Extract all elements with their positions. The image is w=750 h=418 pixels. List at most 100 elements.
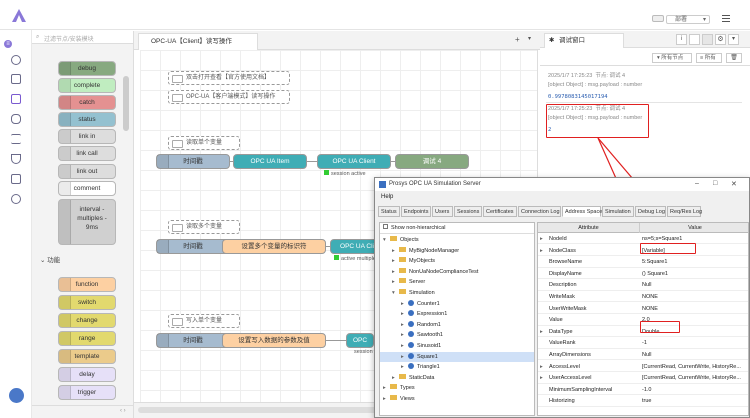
attribute-row[interactable]: DisplayName () Square1 — [538, 269, 748, 280]
attribute-value: true — [642, 398, 652, 405]
attribute-row[interactable]: ValueRank -1 — [538, 338, 748, 349]
window-tab[interactable]: Req/Res Log — [667, 206, 702, 217]
tree-node[interactable]: ▸ Random1 — [380, 320, 534, 330]
show-non-hierarchical[interactable]: Show non-hierarchical — [380, 223, 534, 234]
chevron-icon[interactable]: ▸ — [540, 373, 548, 383]
attribute-row[interactable]: WriteMask NONE — [538, 292, 748, 303]
window-tab[interactable]: Sessions — [454, 206, 482, 217]
tree-node-label: Triangle1 — [417, 364, 440, 371]
maximize-icon[interactable]: □ — [713, 180, 717, 187]
tree-node[interactable]: ▸ MyBigNodeManager — [380, 246, 534, 256]
chevron-icon[interactable]: ▸ — [540, 327, 548, 337]
chevron-icon[interactable]: ▸ — [383, 383, 390, 393]
tree-node[interactable]: ▾ Simulation — [380, 288, 534, 298]
chevron-icon[interactable]: ▸ — [392, 277, 399, 287]
folder-icon — [399, 289, 406, 294]
attribute-value: NONE — [642, 305, 658, 312]
chevron-icon[interactable]: ▸ — [401, 341, 408, 351]
folder-icon — [399, 257, 406, 263]
window-tab[interactable]: Certificates — [483, 206, 517, 217]
chevron-icon[interactable]: ▸ — [401, 352, 408, 362]
attribute-value: Null — [642, 282, 652, 289]
folder-icon — [399, 373, 406, 379]
attribute-name: DisplayName — [549, 270, 582, 277]
attribute-row[interactable]: ArrayDimensions Null — [538, 350, 748, 361]
chevron-icon[interactable]: ▸ — [392, 267, 399, 277]
minimize-icon[interactable]: – — [695, 180, 699, 187]
close-icon[interactable]: ✕ — [731, 180, 737, 188]
variable-icon — [408, 331, 414, 338]
app-icon — [379, 181, 386, 188]
variable-icon — [408, 342, 414, 348]
attribute-row[interactable]: UserWriteMask NONE — [538, 304, 748, 314]
window-tab[interactable]: Connection Log — [518, 206, 561, 217]
attribute-value: [CurrentRead, CurrentWrite, HistoryRe... — [642, 375, 741, 382]
attribute-name: BrowseName — [549, 259, 583, 266]
window-tab[interactable]: Users — [432, 206, 453, 217]
window-tab[interactable]: Address Space — [562, 206, 602, 217]
chevron-icon[interactable]: ▸ — [383, 394, 390, 404]
tree-node[interactable]: ▸ Sawtooth1 — [380, 330, 534, 340]
chevron-icon[interactable]: ▸ — [540, 246, 548, 256]
chevron-icon[interactable]: ▸ — [392, 373, 399, 383]
tree-node-label: Sawtooth1 — [417, 332, 443, 339]
folder-icon — [390, 384, 397, 390]
chevron-icon[interactable]: ▸ — [540, 234, 548, 244]
tree-node[interactable]: ▸ Types — [380, 383, 534, 393]
tree-node-label: Counter1 — [417, 300, 440, 307]
menu-help[interactable]: Help — [381, 194, 393, 200]
chevron-icon[interactable]: ▸ — [392, 256, 399, 266]
tree-node[interactable]: ▸ Sinusoid1 — [380, 341, 534, 351]
chevron-icon[interactable]: ▾ — [392, 288, 399, 298]
chevron-icon[interactable]: ▸ — [401, 309, 408, 319]
attribute-row[interactable]: Historizing true — [538, 396, 748, 407]
chevron-icon[interactable]: ▸ — [392, 246, 399, 256]
attribute-value: [CurrentRead, CurrentWrite, HistoryRe... — [642, 363, 741, 370]
prosys-window: Prosys OPC UA Simulation Server – □ ✕ He… — [374, 177, 750, 418]
window-tab[interactable]: Simulation — [602, 206, 634, 217]
address-space-tree: Show non-hierarchical ▾ Objects ▸ MyBigNode… — [379, 222, 535, 416]
attribute-name: ArrayDimensions — [549, 352, 591, 358]
attribute-row[interactable]: BrowseName 5:Square1 — [538, 257, 748, 268]
chevron-icon[interactable]: ▸ — [401, 362, 408, 372]
tree-node[interactable]: ▸ NonUaNodeComplianceTest — [380, 267, 534, 277]
chevron-icon[interactable]: ▸ — [401, 299, 408, 309]
attribute-name: UserWriteMask — [549, 305, 587, 312]
tree-node[interactable]: ▸ Triangle1 — [380, 362, 534, 372]
attribute-row[interactable]: MinimumSamplingInterval -1.0 — [538, 385, 748, 396]
tree-node[interactable]: ▸ Server — [380, 277, 534, 287]
attribute-name: Value — [549, 317, 563, 324]
tree-node[interactable]: ▸ Counter1 — [380, 299, 534, 309]
chevron-icon[interactable]: ▸ — [401, 330, 408, 340]
tree-node[interactable]: ▸ Views — [380, 394, 534, 404]
attribute-row[interactable]: ▸ AccessLevel [CurrentRead, CurrentWrite, … — [538, 362, 748, 372]
chevron-icon[interactable]: ▸ — [401, 320, 408, 330]
tree-node-label: StaticData — [409, 374, 435, 381]
attribute-row[interactable]: ▸ UserAccessLevel [CurrentRead, CurrentWri… — [538, 373, 748, 384]
attribute-value: Null — [642, 352, 652, 358]
tree-node-label: Objects — [400, 237, 419, 243]
chevron-icon[interactable]: ▾ — [383, 235, 390, 245]
attribute-row[interactable]: Description Null — [538, 280, 748, 291]
tree-node[interactable]: ▸ Square1 — [380, 351, 534, 362]
tree-node-label: Views — [400, 396, 415, 402]
window-tab[interactable]: Endpoints — [401, 206, 431, 217]
value-header[interactable]: Value — [640, 223, 748, 233]
window-tab[interactable]: Debug Log — [635, 206, 666, 217]
tree-node[interactable]: ▸ Expression1 — [380, 309, 534, 319]
highlight-box — [640, 321, 680, 333]
checkbox[interactable] — [383, 224, 388, 229]
tree-node-label: MyObjects — [409, 258, 435, 265]
attribute-name: NodeClass — [549, 247, 576, 254]
tree-node[interactable]: ▾ Objects — [380, 235, 534, 245]
folder-icon — [390, 236, 397, 241]
tree-node[interactable]: ▸ StaticData — [380, 373, 534, 383]
chevron-icon[interactable]: ▸ — [540, 362, 548, 372]
attribute-header[interactable]: Attribute — [538, 223, 640, 233]
window-tab[interactable]: Status — [378, 206, 400, 217]
tree-node-label: Server — [409, 279, 426, 286]
tree-node-label: MyBigNodeManager — [409, 247, 460, 254]
attribute-name: MinimumSamplingInterval — [549, 386, 613, 393]
tree-node[interactable]: ▸ MyObjects — [380, 256, 534, 266]
tree-node-label: Simulation — [409, 290, 435, 296]
